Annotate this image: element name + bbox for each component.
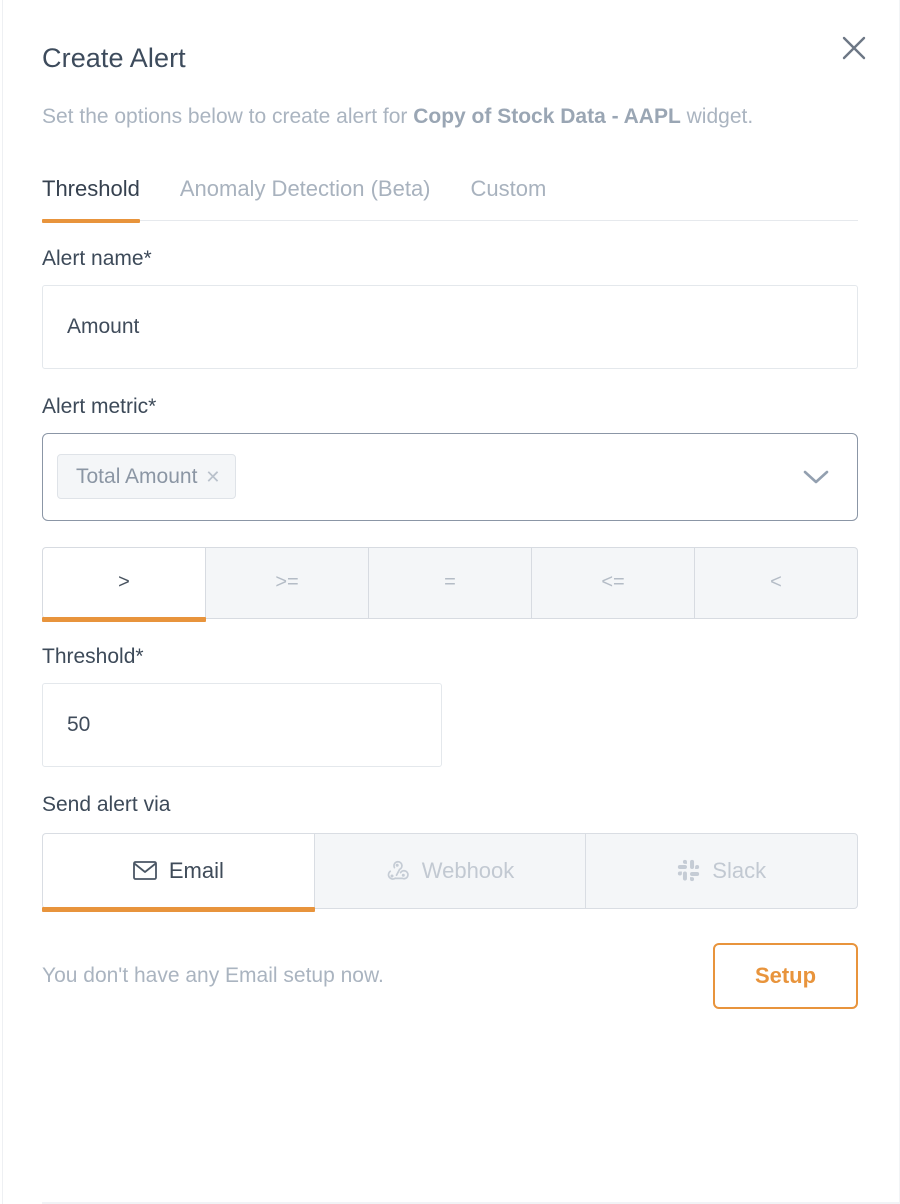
channel-slack-label: Slack	[712, 857, 767, 883]
alert-name-field: Alert name*	[42, 247, 858, 369]
channel-email[interactable]: Email	[42, 832, 315, 912]
channel-slack[interactable]: Slack	[586, 832, 859, 909]
chevron-down-icon[interactable]	[803, 469, 829, 485]
close-small-icon[interactable]: ✕	[205, 468, 220, 486]
operator-eq[interactable]: =	[369, 546, 532, 619]
threshold-label: Threshold*	[42, 644, 144, 668]
channel-email-label: Email	[168, 857, 224, 883]
metric-chip[interactable]: Total Amount ✕	[57, 454, 236, 500]
tab-threshold[interactable]: Threshold	[42, 176, 140, 223]
setup-note: You don't have any Email setup now.	[42, 963, 384, 987]
close-icon	[841, 35, 867, 61]
modal-header: Create Alert Set the options below to cr…	[42, 0, 866, 134]
slack-icon	[677, 859, 700, 882]
send-alert-via-field: Send alert via Email Webhook Slack	[42, 792, 859, 912]
channel-tabs: Email Webhook Slack	[42, 832, 859, 912]
tab-custom[interactable]: Custom	[471, 176, 547, 220]
close-button[interactable]	[832, 26, 876, 70]
operator-gte[interactable]: >=	[206, 546, 369, 619]
alert-type-tabs: Threshold Anomaly Detection (Beta) Custo…	[42, 176, 858, 223]
alert-metric-select[interactable]: Total Amount ✕	[42, 432, 858, 521]
alert-name-input[interactable]	[42, 284, 858, 369]
subtitle-suffix: widget.	[680, 104, 754, 128]
page-title: Create Alert	[42, 43, 186, 73]
alert-metric-field: Alert metric* Total Amount ✕	[42, 395, 858, 521]
setup-footer: You don't have any Email setup now. Setu…	[42, 942, 858, 1009]
operator-gt[interactable]: >	[42, 546, 206, 622]
send-alert-via-label: Send alert via	[42, 792, 171, 816]
operator-segmented-control: > >= = <= <	[42, 546, 858, 622]
create-alert-modal: Create Alert Set the options below to cr…	[0, 0, 900, 1204]
modal-subtitle: Set the options below to create alert fo…	[42, 100, 812, 134]
webhook-icon	[386, 860, 410, 882]
threshold-input[interactable]	[42, 682, 442, 767]
operator-lte[interactable]: <=	[532, 546, 695, 619]
subtitle-widget-name: Copy of Stock Data - AAPL	[413, 104, 681, 128]
metric-chip-label: Total Amount	[76, 465, 198, 489]
alert-name-label: Alert name*	[42, 246, 152, 270]
channel-webhook-label: Webhook	[421, 857, 515, 883]
envelope-icon	[132, 861, 157, 881]
threshold-field: Threshold*	[42, 645, 858, 767]
channel-webhook[interactable]: Webhook	[314, 832, 587, 909]
alert-metric-label: Alert metric*	[42, 394, 157, 418]
operator-lt[interactable]: <	[695, 546, 858, 619]
subtitle-prefix: Set the options below to create alert fo…	[42, 104, 414, 128]
tab-anomaly-detection[interactable]: Anomaly Detection (Beta)	[180, 176, 431, 220]
setup-button[interactable]: Setup	[713, 942, 858, 1009]
